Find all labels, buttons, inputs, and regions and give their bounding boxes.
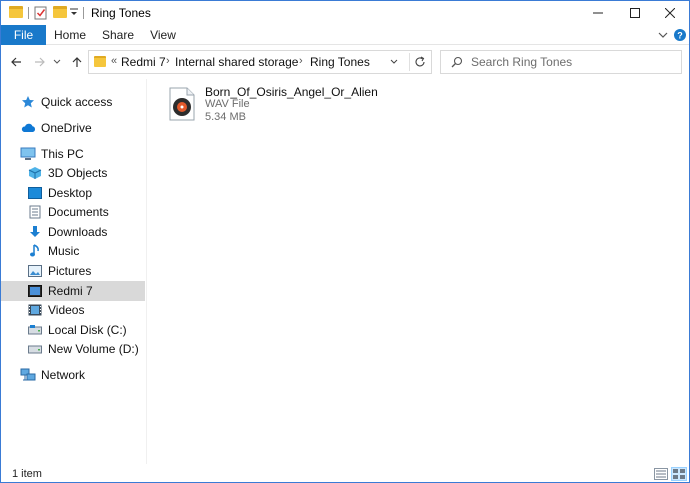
sidebar-item-downloads[interactable]: Downloads <box>1 222 145 242</box>
disk-icon <box>27 322 43 338</box>
quick-access-dropdown-icon[interactable] <box>69 6 79 21</box>
close-button[interactable] <box>653 1 687 25</box>
properties-icon[interactable] <box>34 5 48 23</box>
sidebar-item-label: Downloads <box>48 225 108 239</box>
address-overflow[interactable]: « <box>111 55 117 67</box>
document-icon <box>27 204 43 220</box>
refresh-button[interactable] <box>409 53 429 71</box>
sidebar-item-label: Documents <box>48 205 109 219</box>
sidebar-item-label: Redmi 7 <box>48 284 93 298</box>
back-button[interactable] <box>7 53 25 71</box>
sidebar-item-documents[interactable]: Documents <box>1 202 145 222</box>
network-icon <box>20 367 36 383</box>
status-bar: 1 item <box>1 464 689 482</box>
navigation-bar: « Redmi 7 › Internal shared storage › Ri… <box>1 45 689 79</box>
sidebar-item-network[interactable]: Network <box>1 365 145 385</box>
sidebar-item-new-volume-d[interactable]: New Volume (D:) <box>1 339 145 359</box>
cloud-icon <box>20 120 36 136</box>
sidebar-item-label: Desktop <box>48 186 93 200</box>
sidebar-item-redmi7[interactable]: Redmi 7 <box>1 281 145 301</box>
sidebar-item-label: New Volume (D:) <box>48 342 139 356</box>
sidebar-item-label: Music <box>48 244 80 258</box>
sidebar-item-desktop[interactable]: Desktop <box>1 183 145 203</box>
file-item[interactable]: Born_Of_Osiris_Angel_Or_Alien WAV File 5… <box>165 85 378 129</box>
maximize-button[interactable] <box>618 1 652 25</box>
breadcrumb-ring-tones[interactable]: Ring Tones <box>310 55 370 69</box>
up-button[interactable] <box>68 53 86 71</box>
sidebar-item-quick-access[interactable]: Quick access <box>1 92 145 112</box>
sidebar-item-label: OneDrive <box>41 121 92 135</box>
help-icon[interactable]: ? <box>672 27 688 43</box>
search-input[interactable] <box>471 54 671 70</box>
sidebar-item-label: Quick access <box>41 95 113 109</box>
sidebar-item-videos[interactable]: Videos <box>1 300 145 320</box>
tab-home[interactable]: Home <box>51 25 89 45</box>
sidebar-item-label: Network <box>41 368 86 382</box>
sidebar-item-this-pc[interactable]: This PC <box>1 144 145 164</box>
minimize-button[interactable] <box>581 1 615 25</box>
sidebar-item-label: This PC <box>41 147 84 161</box>
sidebar-item-local-disk-c[interactable]: Local Disk (C:) <box>1 320 145 340</box>
sidebar-item-label: Local Disk (C:) <box>48 323 127 337</box>
search-box[interactable] <box>440 50 682 74</box>
file-list: Born_Of_Osiris_Angel_Or_Alien WAV File 5… <box>147 79 689 464</box>
folder-icon <box>94 56 106 67</box>
ribbon-tabs: File Home Share View ? <box>1 25 689 45</box>
explorer-window: Ring Tones File Home Share View ? « Redm… <box>0 0 690 483</box>
window-title: Ring Tones <box>91 6 151 20</box>
breadcrumb-chevron-icon[interactable]: › <box>299 55 303 67</box>
breadcrumb-chevron-icon[interactable]: › <box>166 55 170 67</box>
title-separator <box>83 7 84 19</box>
file-size: 5.34 MB <box>205 111 246 123</box>
tab-share[interactable]: Share <box>99 25 137 45</box>
address-dropdown-icon[interactable] <box>387 55 401 69</box>
video-icon <box>27 302 43 318</box>
download-icon <box>27 224 43 240</box>
item-count: 1 item <box>12 468 42 480</box>
cube-icon <box>27 165 43 181</box>
sidebar-item-onedrive[interactable]: OneDrive <box>1 118 145 138</box>
breadcrumb-redmi7[interactable]: Redmi 7 <box>121 55 166 69</box>
tiles-view-icon[interactable] <box>671 467 687 481</box>
phone-icon <box>27 283 43 299</box>
computer-icon <box>20 146 36 162</box>
breadcrumb-internal-storage[interactable]: Internal shared storage <box>175 55 298 69</box>
new-folder-icon[interactable] <box>53 6 67 18</box>
tab-file[interactable]: File <box>1 25 46 45</box>
sidebar-item-music[interactable]: Music <box>1 241 145 261</box>
details-view-icon[interactable] <box>653 467 669 481</box>
folder-icon <box>9 6 23 18</box>
navigation-pane: Quick access OneDrive This PC 3D Objects <box>1 79 147 464</box>
expand-ribbon-icon[interactable] <box>655 27 671 43</box>
sidebar-item-3d-objects[interactable]: 3D Objects <box>1 163 145 183</box>
forward-button[interactable] <box>31 53 49 71</box>
address-bar[interactable]: « Redmi 7 › Internal shared storage › Ri… <box>88 50 432 74</box>
file-name: Born_Of_Osiris_Angel_Or_Alien <box>205 85 378 99</box>
picture-icon <box>27 263 43 279</box>
sidebar-item-label: Videos <box>48 303 85 317</box>
sidebar-item-pictures[interactable]: Pictures <box>1 261 145 281</box>
star-icon <box>20 94 36 110</box>
audio-file-icon <box>169 87 195 121</box>
recent-locations-icon[interactable] <box>51 53 63 71</box>
music-icon <box>27 243 43 259</box>
disk-icon <box>27 341 43 357</box>
search-icon <box>451 56 463 71</box>
title-separator <box>28 7 29 19</box>
title-bar: Ring Tones <box>1 1 689 25</box>
file-type: WAV File <box>205 98 250 110</box>
svg-text:?: ? <box>677 31 683 41</box>
sidebar-item-label: 3D Objects <box>48 166 108 180</box>
sidebar-item-label: Pictures <box>48 264 92 278</box>
tab-view[interactable]: View <box>146 25 180 45</box>
desktop-icon <box>27 185 43 201</box>
